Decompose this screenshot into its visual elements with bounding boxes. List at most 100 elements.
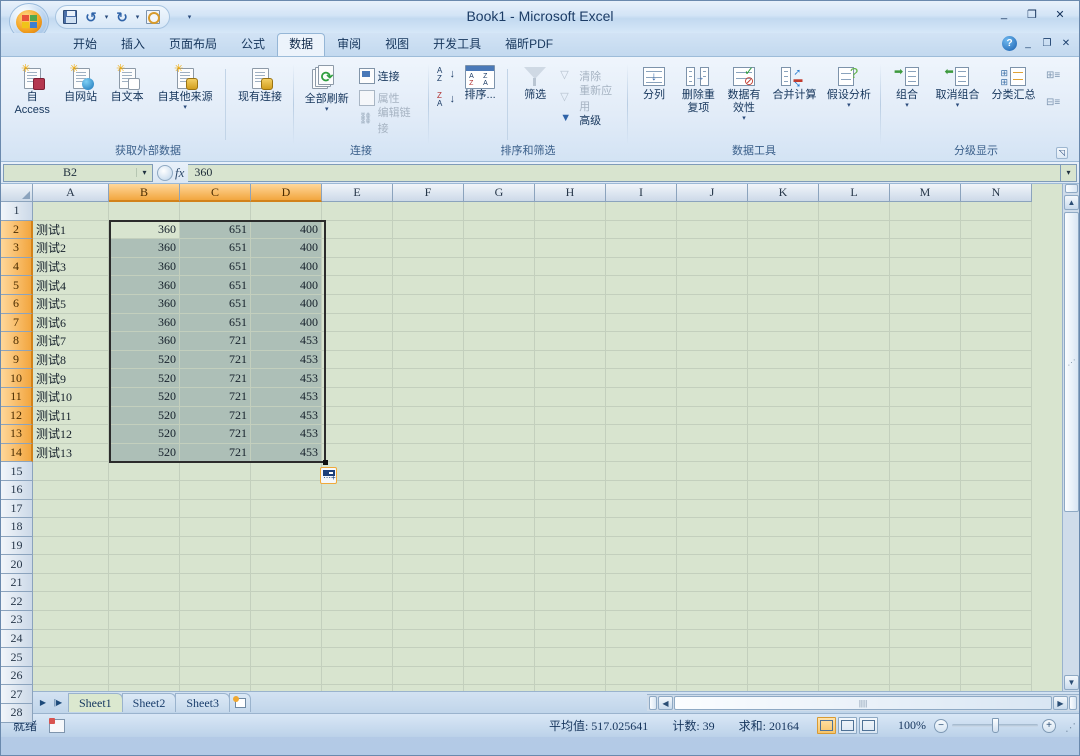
cell-N8[interactable] — [961, 332, 1032, 351]
split-box-horizontal[interactable] — [649, 696, 657, 710]
cell-N15[interactable] — [961, 462, 1032, 481]
cell-D18[interactable] — [251, 518, 322, 537]
cell-M18[interactable] — [890, 518, 961, 537]
cell-K8[interactable] — [748, 332, 819, 351]
cell-K15[interactable] — [748, 462, 819, 481]
scroll-up-button[interactable]: ▲ — [1064, 195, 1079, 210]
cell-C26[interactable] — [180, 667, 251, 686]
from-other-sources-caret[interactable]: ▾ — [183, 104, 187, 111]
cell-H26[interactable] — [535, 667, 606, 686]
cell-A2[interactable]: 测试1 — [33, 221, 109, 240]
cell-G25[interactable] — [464, 648, 535, 667]
cell-G22[interactable] — [464, 592, 535, 611]
cell-K1[interactable] — [748, 202, 819, 221]
row-header-15[interactable]: 15 — [1, 462, 33, 481]
cell-H6[interactable] — [535, 295, 606, 314]
cell-D6[interactable]: 400 — [251, 295, 322, 314]
cell-I13[interactable] — [606, 425, 677, 444]
row-header-4[interactable]: 4 — [1, 258, 33, 277]
zoom-thumb[interactable] — [992, 718, 999, 733]
cell-J13[interactable] — [677, 425, 748, 444]
cell-A16[interactable] — [33, 481, 109, 500]
cell-B13[interactable]: 520 — [109, 425, 180, 444]
cell-G18[interactable] — [464, 518, 535, 537]
cell-E27[interactable] — [322, 685, 393, 691]
tab-page-layout[interactable]: 页面布局 — [157, 33, 229, 56]
cell-N26[interactable] — [961, 667, 1032, 686]
cell-N24[interactable] — [961, 630, 1032, 649]
minimize-button[interactable]: _ — [991, 5, 1017, 23]
cell-C19[interactable] — [180, 537, 251, 556]
row-header-23[interactable]: 23 — [1, 611, 33, 630]
close-workbook-button[interactable]: ✕ — [1058, 36, 1074, 51]
cell-L4[interactable] — [819, 258, 890, 277]
cell-B19[interactable] — [109, 537, 180, 556]
tab-start[interactable]: 开始 — [61, 33, 109, 56]
cell-L7[interactable] — [819, 314, 890, 333]
cell-B18[interactable] — [109, 518, 180, 537]
row-header-12[interactable]: 12 — [1, 407, 33, 426]
cell-I10[interactable] — [606, 369, 677, 388]
cell-H4[interactable] — [535, 258, 606, 277]
cell-F26[interactable] — [393, 667, 464, 686]
cell-K16[interactable] — [748, 481, 819, 500]
cell-J6[interactable] — [677, 295, 748, 314]
cell-K18[interactable] — [748, 518, 819, 537]
cell-B20[interactable] — [109, 555, 180, 574]
cell-K14[interactable] — [748, 444, 819, 463]
cell-N14[interactable] — [961, 444, 1032, 463]
cell-H10[interactable] — [535, 369, 606, 388]
from-access-button[interactable]: ✳ 自 Access — [7, 63, 57, 119]
formula-input[interactable]: 360 — [188, 164, 1061, 182]
cell-M22[interactable] — [890, 592, 961, 611]
cell-D14[interactable]: 453 — [251, 444, 322, 463]
cell-I14[interactable] — [606, 444, 677, 463]
cell-L5[interactable] — [819, 276, 890, 295]
cell-F5[interactable] — [393, 276, 464, 295]
cell-L12[interactable] — [819, 407, 890, 426]
cell-D3[interactable]: 400 — [251, 239, 322, 258]
column-header-K[interactable]: K — [748, 184, 819, 202]
data-validation-caret[interactable]: ▾ — [742, 115, 746, 122]
cell-I8[interactable] — [606, 332, 677, 351]
column-header-F[interactable]: F — [393, 184, 464, 202]
cell-L24[interactable] — [819, 630, 890, 649]
cell-N19[interactable] — [961, 537, 1032, 556]
cell-A15[interactable] — [33, 462, 109, 481]
cell-L6[interactable] — [819, 295, 890, 314]
cell-F22[interactable] — [393, 592, 464, 611]
vertical-scroll-thumb[interactable]: ⋰ — [1064, 212, 1079, 512]
cell-N21[interactable] — [961, 574, 1032, 593]
cell-I16[interactable] — [606, 481, 677, 500]
cell-A14[interactable]: 测试13 — [33, 444, 109, 463]
column-header-C[interactable]: C — [180, 184, 251, 202]
cell-D25[interactable] — [251, 648, 322, 667]
cell-F10[interactable] — [393, 369, 464, 388]
cell-L1[interactable] — [819, 202, 890, 221]
cell-J17[interactable] — [677, 500, 748, 519]
cell-C20[interactable] — [180, 555, 251, 574]
column-header-G[interactable]: G — [464, 184, 535, 202]
cell-J5[interactable] — [677, 276, 748, 295]
row-header-2[interactable]: 2 — [1, 221, 33, 240]
cell-L3[interactable] — [819, 239, 890, 258]
cell-H24[interactable] — [535, 630, 606, 649]
cell-F6[interactable] — [393, 295, 464, 314]
cell-K27[interactable] — [748, 685, 819, 691]
cell-E14[interactable] — [322, 444, 393, 463]
cell-D23[interactable] — [251, 611, 322, 630]
cell-E2[interactable] — [322, 221, 393, 240]
advanced-filter-button[interactable]: ▼ 高级 — [557, 109, 623, 130]
cell-K11[interactable] — [748, 388, 819, 407]
cell-A18[interactable] — [33, 518, 109, 537]
cell-C7[interactable]: 651 — [180, 314, 251, 333]
cell-F8[interactable] — [393, 332, 464, 351]
cell-C3[interactable]: 651 — [180, 239, 251, 258]
row-header-13[interactable]: 13 — [1, 425, 33, 444]
cell-I6[interactable] — [606, 295, 677, 314]
cell-J16[interactable] — [677, 481, 748, 500]
cell-L16[interactable] — [819, 481, 890, 500]
cell-area[interactable]: 测试1360651400测试2360651400测试3360651400测试43… — [33, 202, 1062, 691]
cell-L17[interactable] — [819, 500, 890, 519]
cell-A4[interactable]: 测试3 — [33, 258, 109, 277]
